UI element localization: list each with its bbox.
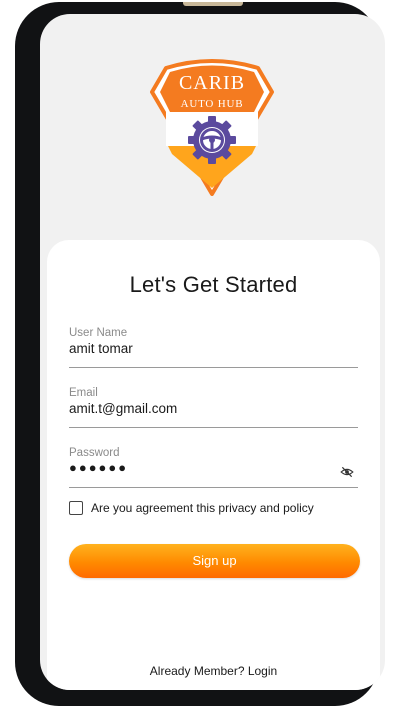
eye-off-icon[interactable] [340,466,354,478]
password-field[interactable]: Password ●●●●●● [69,447,358,488]
password-input[interactable]: ●●●●●● [69,460,128,475]
logo-text-line1: CARIB [179,72,245,94]
email-label: Email [69,387,98,399]
gear-steering-icon [188,116,236,164]
logo-text-line2: AUTO HUB [181,98,244,110]
login-link[interactable]: Already Member? Login [47,664,380,678]
username-field[interactable]: User Name amit tomar [69,327,358,368]
carib-auto-hub-logo: CARIB AUTO HUB [150,59,274,196]
password-label: Password [69,447,120,459]
email-field[interactable]: Email amit.t@gmail.com [69,387,358,428]
phone-frame: CARIB AUTO HUB Let's Get Started User Na… [15,2,385,706]
username-label: User Name [69,327,128,339]
agreement-checkbox[interactable] [69,501,83,515]
phone-notch [183,2,243,6]
app-screen: CARIB AUTO HUB Let's Get Started User Na… [40,14,385,690]
page-title: Let's Get Started [129,272,298,297]
signup-card: Let's Get Started User Name amit tomar E… [47,240,380,690]
username-input[interactable]: amit tomar [69,341,133,356]
email-input[interactable]: amit.t@gmail.com [69,401,177,416]
signup-button[interactable]: Sign up [69,544,360,578]
agreement-label: Are you agreement this privacy and polic… [91,501,314,515]
agreement-row[interactable]: Are you agreement this privacy and polic… [69,498,314,518]
